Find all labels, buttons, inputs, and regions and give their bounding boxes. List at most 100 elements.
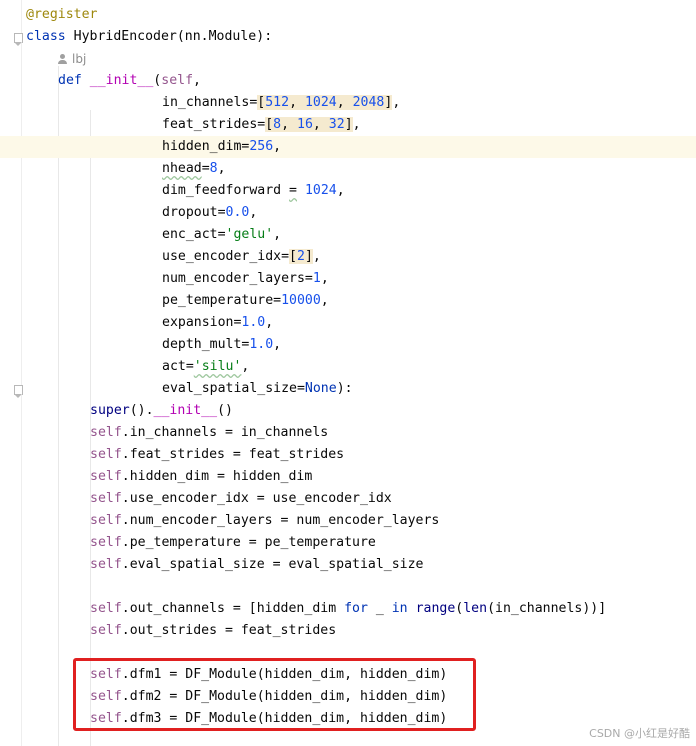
red-highlight-box [73,658,476,731]
code-text: class HybridEncoder(nn.Module): [26,26,272,48]
code-line[interactable]: pe_temperature=10000, [0,290,696,312]
code-token: num_encoder_layers= [162,271,313,286]
code-token: ] [344,117,353,132]
code-line[interactable]: self.hidden_dim = hidden_dim [0,466,696,488]
code-line[interactable]: self.eval_spatial_size = eval_spatial_si… [0,554,696,576]
code-token: len [463,601,488,616]
code-token: , [265,315,274,330]
code-line[interactable]: expansion=1.0, [0,312,696,334]
code-line[interactable]: self.feat_strides = feat_strides [0,444,696,466]
code-line[interactable]: num_encoder_layers=1, [0,268,696,290]
code-token: None [304,381,337,396]
code-text: self.hidden_dim = hidden_dim [90,466,312,488]
code-token: [ [265,117,274,132]
code-token: .in_channels = in_channels [121,425,329,440]
code-token: 'silu' [193,359,242,374]
code-token: class [26,29,74,44]
code-token: 2048 [352,95,385,110]
code-token: ] [304,249,313,264]
code-line[interactable]: depth_mult=1.0, [0,334,696,356]
code-token: .pe_temperature = pe_temperature [121,535,376,550]
code-editor[interactable]: @register class HybridEncoder(nn.Module):… [0,0,696,746]
code-token: range [415,601,456,616]
code-line[interactable]: in_channels=[512, 1024, 2048], [0,92,696,114]
code-token: () [217,403,233,418]
code-token: nhead [162,161,202,176]
code-token: self [90,535,122,550]
code-token: @register [26,7,98,22]
code-token: , [312,249,321,264]
code-token: for [344,601,368,616]
code-line[interactable]: dropout=0.0, [0,202,696,224]
code-token: self [90,447,122,462]
code-text: pe_temperature=10000, [162,290,329,312]
code-token: depth_mult= [162,337,250,352]
author-inlay-hint[interactable]: lbj [58,52,86,66]
code-token: dim_feedforward [162,183,290,198]
code-token: super [90,403,130,418]
code-token: ): [336,381,353,396]
fold-marker-icon[interactable] [14,33,23,46]
code-token: hidden_dim= [162,139,250,154]
code-token: 1024 [304,95,337,110]
code-text: lbj [58,48,86,71]
code-token: __init__ [153,403,218,418]
code-line[interactable]: nhead=8, [0,158,696,180]
code-line[interactable]: use_encoder_idx=[2], [0,246,696,268]
code-token: 1 [312,271,321,286]
code-token: 1.0 [249,337,274,352]
code-line[interactable]: act='silu', [0,356,696,378]
code-text: expansion=1.0, [162,312,273,334]
code-token: 512 [265,95,290,110]
code-line[interactable]: self.out_strides = feat_strides [0,620,696,642]
code-text: in_channels=[512, 1024, 2048], [162,92,400,114]
code-line[interactable]: self.use_encoder_idx = use_encoder_idx [0,488,696,510]
code-token: , [336,183,345,198]
code-line[interactable]: dim_feedforward = 1024, [0,180,696,202]
code-token: .hidden_dim = hidden_dim [121,469,313,484]
code-text: self.feat_strides = feat_strides [90,444,344,466]
code-line[interactable] [0,576,696,598]
code-token: .out_channels = [hidden_dim [121,601,345,616]
code-line[interactable]: lbj [0,48,696,70]
code-token: , [273,337,282,352]
code-token: self [90,469,122,484]
code-text: depth_mult=1.0, [162,334,281,356]
code-token: = [289,183,297,198]
code-token: , [273,139,282,154]
code-token: .feat_strides = feat_strides [121,447,345,462]
code-line[interactable]: eval_spatial_size=None): [0,378,696,400]
code-token: in [391,601,408,616]
code-token: 'gelu' [225,227,274,242]
code-token: enc_act= [162,227,226,242]
code-line[interactable]: self.pe_temperature = pe_temperature [0,532,696,554]
code-line[interactable]: hidden_dim=256, [0,136,696,158]
code-token: = [201,161,210,176]
code-text: feat_strides=[8, 16, 32], [162,114,361,136]
code-text: self.pe_temperature = pe_temperature [90,532,376,554]
code-text: act='silu', [162,356,249,378]
code-text: self.out_channels = [hidden_dim for _ in… [90,598,606,620]
code-text: @register [26,4,97,26]
code-token: __init__ [89,73,154,88]
code-token: , [312,117,329,132]
code-line[interactable]: super().__init__() [0,400,696,422]
code-line[interactable]: enc_act='gelu', [0,224,696,246]
code-line[interactable]: def __init__(self, [0,70,696,92]
code-line[interactable]: self.num_encoder_layers = num_encoder_la… [0,510,696,532]
code-line[interactable]: self.in_channels = in_channels [0,422,696,444]
code-token: , [217,161,226,176]
code-line[interactable]: feat_strides=[8, 16, 32], [0,114,696,136]
code-text: self.num_encoder_layers = num_encoder_la… [90,510,439,532]
code-line[interactable]: class HybridEncoder(nn.Module): [0,26,696,48]
code-token: def [58,73,90,88]
fold-marker-icon[interactable] [14,385,23,398]
code-line[interactable]: @register [0,4,696,26]
code-token: 32 [328,117,345,132]
code-token: , [249,205,258,220]
code-token: , [241,359,250,374]
code-token: , [273,227,282,242]
code-text: self.in_channels = in_channels [90,422,328,444]
code-line[interactable]: self.out_channels = [hidden_dim for _ in… [0,598,696,620]
